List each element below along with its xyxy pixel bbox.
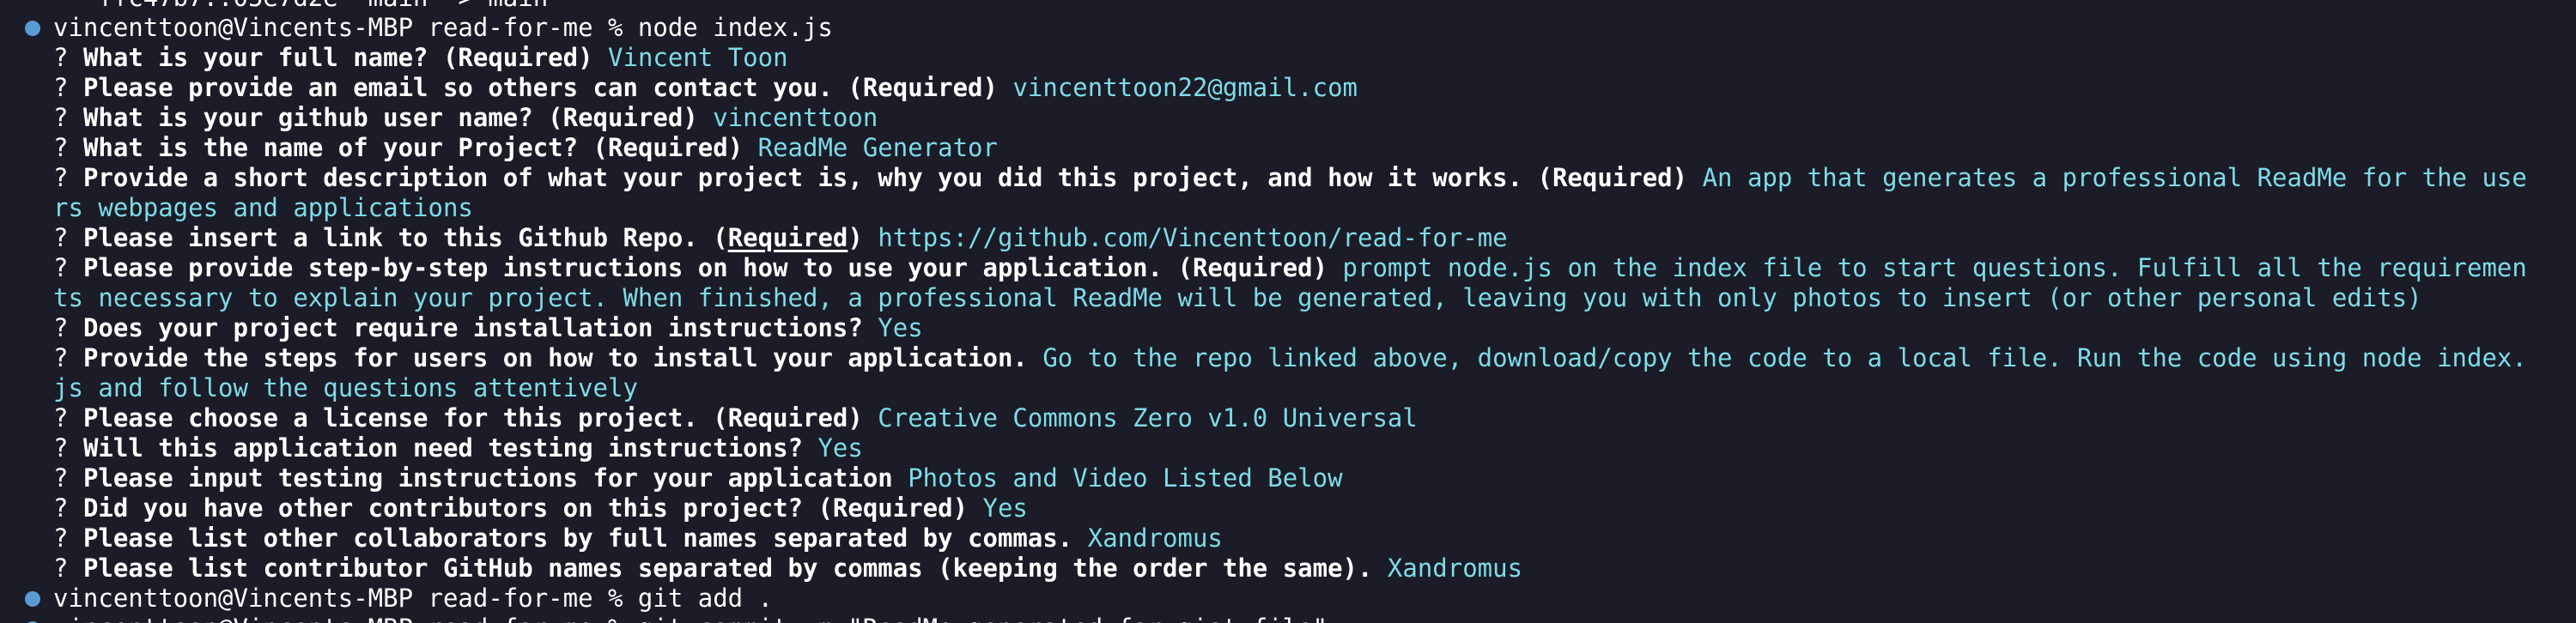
question-mark: ?: [53, 223, 69, 252]
answer-text: An app that generates a professional Rea…: [1702, 163, 2527, 192]
answer-text: Yes: [982, 493, 1028, 523]
question-text: Please list other collaborators by full …: [82, 523, 1088, 553]
question-line: ? Did you have other contributors on thi…: [53, 493, 1028, 523]
question-text: Does your project require installation i…: [82, 313, 878, 342]
answer-text: Xandromus: [1087, 523, 1223, 553]
question-mark: ?: [53, 253, 69, 282]
question-mark: ?: [53, 43, 69, 72]
question-text: Provide the steps for users on how to in…: [82, 343, 1043, 372]
question-text: Will this application need testing instr…: [82, 433, 818, 463]
question-text: Please input testing instructions for yo…: [82, 463, 908, 493]
answer-text: vincenttoon: [713, 103, 878, 132]
question-mark: ?: [53, 73, 69, 102]
question-mark: ?: [53, 433, 69, 463]
repo-url-answer[interactable]: https://github.com/Vincenttoon/read-for-…: [878, 223, 1507, 252]
question-text: Did you have other contributors on this …: [82, 493, 983, 523]
question-mark: ?: [53, 523, 69, 553]
question-line: ? Please choose a license for this proje…: [53, 403, 1418, 433]
question-text: What is your full name? (Required): [82, 43, 609, 72]
question-mark: ?: [53, 553, 69, 583]
question-line: ? Please insert a link to this Github Re…: [53, 223, 1508, 253]
question-text: Please insert a link to this Github Repo…: [82, 223, 728, 252]
question-mark: ?: [53, 103, 69, 132]
answer-text: Yes: [817, 433, 863, 463]
question-line: ? Please provide an email so others can …: [53, 73, 1358, 103]
question-line: ? Will this application need testing ins…: [53, 433, 863, 463]
required-link-text[interactable]: Required: [728, 223, 848, 252]
question-mark: ?: [53, 313, 69, 342]
command-marker-dot[interactable]: [25, 591, 40, 607]
terminal-output-partial-top: ffc47b7..05e7d2e main -> main: [53, 0, 548, 13]
question-text: Please provide an email so others can co…: [82, 73, 1013, 102]
shell-command: node index.js: [637, 13, 833, 42]
shell-prompt: vincenttoon@Vincents-MBP read-for-me %: [53, 13, 638, 42]
shell-prompt-line: vincenttoon@Vincents-MBP read-for-me % g…: [53, 584, 773, 614]
shell-prompt-line: vincenttoon@Vincents-MBP read-for-me % n…: [53, 13, 833, 43]
command-marker-dot[interactable]: [25, 21, 40, 36]
question-line: ? Provide the steps for users on how to …: [53, 343, 2527, 373]
shell-prompt: vincenttoon@Vincents-MBP read-for-me %: [53, 584, 638, 613]
answer-text: Xandromus: [1387, 553, 1523, 583]
answer-text: Photos and Video Listed Below: [908, 463, 1343, 493]
question-mark: ?: [53, 403, 69, 432]
answer-text: Yes: [878, 313, 923, 342]
question-mark: ?: [53, 133, 69, 162]
question-line: ? What is your github user name? (Requir…: [53, 103, 878, 133]
question-mark: ?: [53, 343, 69, 372]
question-line: ? Please list other collaborators by ful…: [53, 523, 1223, 553]
question-mark: ?: [53, 163, 69, 192]
question-mark: ?: [53, 463, 69, 493]
shell-command: git add .: [637, 584, 774, 613]
answer-text: vincenttoon22@gmail.com: [1012, 73, 1358, 102]
answer-text: prompt node.js on the index file to star…: [1342, 253, 2527, 282]
question-text: What is the name of your Project? (Requi…: [82, 133, 758, 162]
question-text: ): [848, 223, 878, 252]
terminal-window[interactable]: ffc47b7..05e7d2e main -> main vincenttoo…: [0, 0, 2576, 623]
question-line: ? Please list contributor GitHub names s…: [53, 553, 1522, 584]
answer-text: ReadMe Generator: [757, 133, 998, 162]
answer-continuation: rs webpages and applications: [53, 193, 473, 222]
answer-continuation: ts necessary to explain your project. Wh…: [53, 283, 2422, 312]
question-text: What is your github user name? (Required…: [82, 103, 714, 132]
question-text: Please choose a license for this project…: [82, 403, 878, 432]
answer-text: Vincent Toon: [608, 43, 788, 72]
question-text: Please list contributor GitHub names sep…: [82, 553, 1388, 583]
terminal-output-partial-bottom: vincenttoon@Vincents-MBP read-for-me % g…: [53, 614, 1327, 623]
question-line: ? Please provide step-by-step instructio…: [53, 253, 2527, 283]
answer-text: Creative Commons Zero v1.0 Universal: [878, 403, 1418, 432]
question-line: ? Does your project require installation…: [53, 313, 923, 343]
question-line: ? Please input testing instructions for …: [53, 463, 1343, 493]
question-line: ? Provide a short description of what yo…: [53, 163, 2527, 193]
answer-continuation: js and follow the questions attentively: [53, 373, 638, 402]
question-text: Please provide step-by-step instructions…: [82, 253, 1343, 282]
question-line: ? What is the name of your Project? (Req…: [53, 133, 998, 163]
question-line: ? What is your full name? (Required) Vin…: [53, 43, 788, 73]
question-text: Provide a short description of what your…: [82, 163, 1703, 192]
answer-text: Go to the repo linked above, download/co…: [1042, 343, 2527, 372]
question-mark: ?: [53, 493, 69, 523]
